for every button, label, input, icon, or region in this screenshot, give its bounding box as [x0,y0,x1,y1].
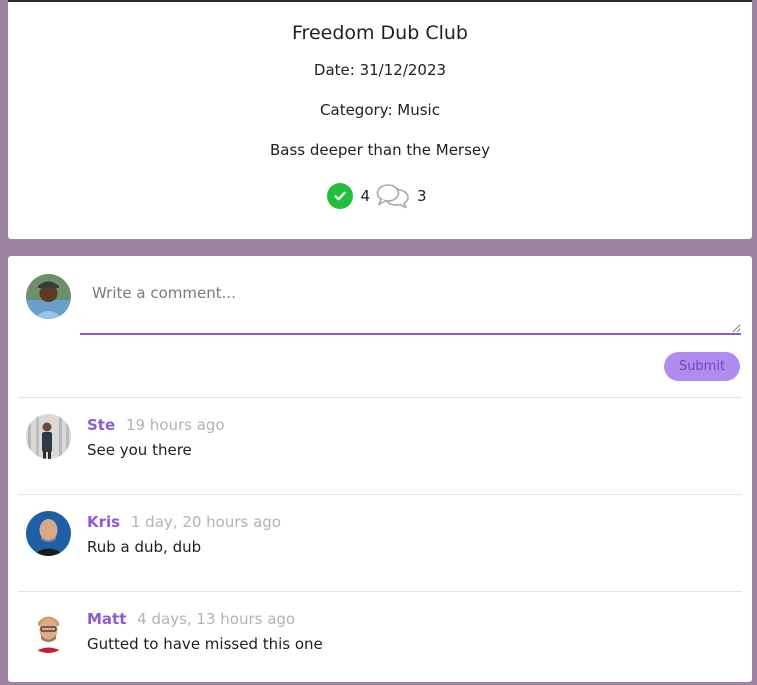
comment-author[interactable]: Kris [87,513,120,531]
comment-time: 4 days, 13 hours ago [137,610,296,628]
event-image [8,0,752,2]
comment-text: See you there [87,441,192,459]
comment-time: 19 hours ago [125,416,225,434]
event-category: Category: Music [320,101,440,119]
comment-header: Kris 1 day, 20 hours ago [87,513,281,531]
comments-icon[interactable] [376,183,410,209]
comment-item: Kris 1 day, 20 hours ago Rub a dub, dub [8,495,752,591]
event-card: Freedom Dub Club Date: 31/12/2023 Catego… [8,0,752,239]
comments-count: 3 [417,187,427,205]
comment-author[interactable]: Matt [87,610,126,628]
comment-header: Matt 4 days, 13 hours ago [87,610,295,628]
submit-button[interactable]: Submit [664,352,740,381]
comment-header: Ste 19 hours ago [87,416,225,434]
comment-text: Rub a dub, dub [87,538,202,556]
comment-item: Matt 4 days, 13 hours ago Gutted to have… [8,592,752,685]
event-title: Freedom Dub Club [292,22,468,44]
comment-avatar [26,511,71,556]
comment-item: Ste 19 hours ago See you there [8,398,752,494]
comment-avatar [26,608,71,653]
check-circle-icon[interactable] [327,183,354,209]
comment-text: Gutted to have missed this one [87,635,323,653]
current-user-avatar [26,274,71,319]
comment-input[interactable] [80,274,741,335]
event-description: Bass deeper than the Mersey [269,141,491,159]
comment-author[interactable]: Ste [87,416,115,434]
event-stats: 4 3 [8,183,752,209]
event-date: Date: 31/12/2023 [313,61,447,79]
comment-avatar [26,414,71,459]
comments-card: Submit Ste 19 hours ago See you there [8,256,752,682]
attending-count: 4 [360,187,370,205]
comment-time: 1 day, 20 hours ago [130,513,281,531]
